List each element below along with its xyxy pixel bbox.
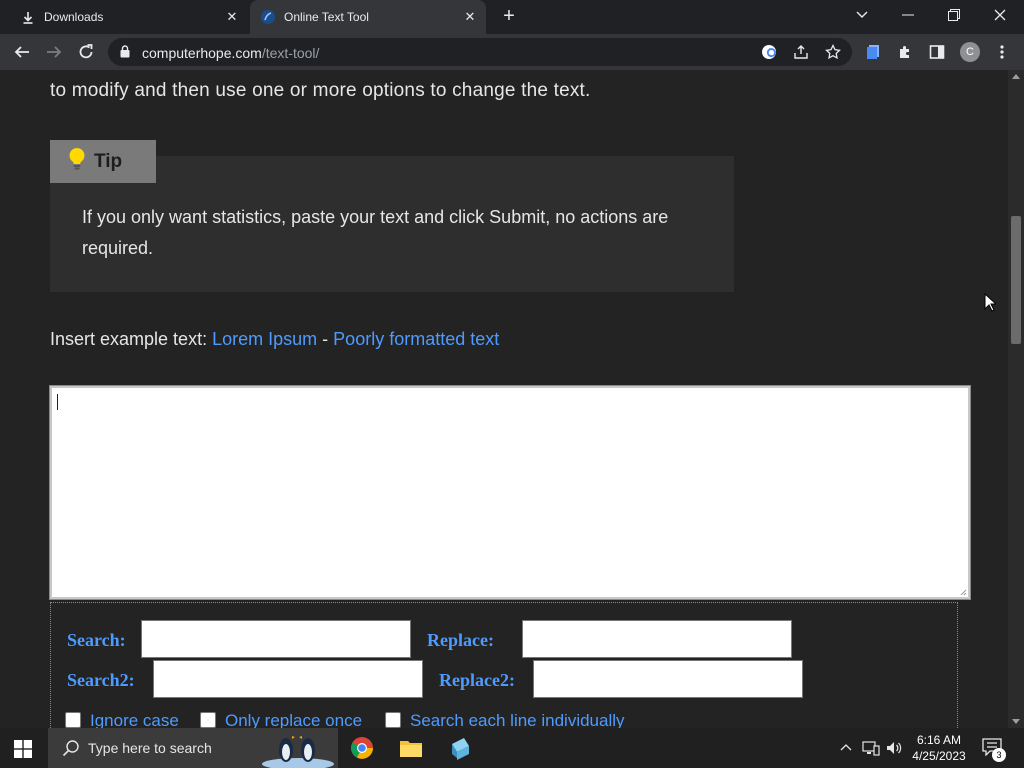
network-icon[interactable] (862, 740, 880, 759)
address-bar[interactable]: computerhope.com/text-tool/ (108, 38, 852, 66)
resize-handle-icon[interactable] (959, 588, 967, 596)
intro-text: to modify and then use one or more optio… (50, 80, 591, 101)
scrollbar-thumb[interactable] (1011, 216, 1021, 344)
search-input[interactable] (141, 620, 411, 658)
poorly-formatted-text-link[interactable]: Poorly formatted text (333, 329, 499, 349)
scroll-up-arrow-icon[interactable] (1012, 74, 1020, 79)
clock-time: 6:16 AM (916, 733, 962, 747)
new-tab-button[interactable]: + (498, 6, 520, 28)
bookmark-star-icon[interactable] (824, 43, 842, 61)
close-tab-icon[interactable]: ✕ (224, 9, 240, 25)
lightbulb-icon (68, 147, 86, 176)
tip-title: Tip (94, 150, 123, 172)
replace-input[interactable] (522, 620, 792, 658)
tab-strip: Downloads ✕ Online Text Tool ✕ + (0, 0, 1024, 34)
tab-title: Downloads (44, 10, 104, 24)
tip-text: If you only want statistics, paste your … (82, 207, 669, 258)
lock-icon[interactable] (120, 45, 130, 63)
search2-label: Search2: (67, 670, 135, 690)
tab-downloads[interactable]: Downloads ✕ (0, 0, 248, 34)
extensions-puzzle-icon[interactable] (896, 43, 914, 61)
browser-toolbar: computerhope.com/text-tool/ C (0, 34, 1024, 70)
only-replace-once-label[interactable]: Only replace once (225, 711, 362, 728)
notepad-taskbar-icon[interactable] (446, 734, 474, 762)
side-panel-icon[interactable] (928, 43, 946, 61)
google-lens-icon[interactable] (760, 43, 778, 61)
intro-previous-line-clipped: enter/paste your text in the box below. … (50, 70, 970, 72)
reload-icon[interactable] (74, 40, 98, 64)
windows-start-icon[interactable] (14, 740, 32, 763)
ignore-case-label[interactable]: Ignore case (90, 711, 179, 728)
text-caret (57, 394, 58, 410)
replace-label: Replace: (427, 630, 494, 650)
profile-avatar[interactable]: C (960, 42, 980, 62)
only-replace-once-checkbox[interactable] (200, 712, 216, 728)
search-each-line-label[interactable]: Search each line individually (410, 711, 625, 728)
restore-button[interactable] (932, 0, 976, 30)
chrome-taskbar-icon[interactable] (348, 734, 376, 762)
mouse-cursor-icon (984, 293, 996, 312)
example-separator: - (322, 329, 329, 349)
close-tab-icon[interactable]: ✕ (462, 9, 478, 25)
volume-icon[interactable] (886, 740, 902, 759)
minimize-button[interactable] (886, 0, 930, 30)
insert-example-row: Insert example text: Lorem Ipsum - Poorl… (50, 329, 499, 350)
search2-input[interactable] (153, 660, 423, 698)
url-text: computerhope.com/text-tool/ (142, 45, 319, 61)
search-icon (62, 740, 79, 757)
ignore-case-checkbox[interactable] (65, 712, 81, 728)
taskbar-search-placeholder: Type here to search (88, 740, 212, 756)
back-icon[interactable] (10, 40, 34, 64)
scroll-down-arrow-icon[interactable] (1012, 719, 1020, 724)
notification-count-badge: 3 (992, 748, 1006, 762)
search-replace-options: Search: Replace: Search2: Replace2: Igno… (50, 602, 958, 728)
tab-title: Online Text Tool (284, 10, 369, 24)
show-hidden-icons-chevron-icon[interactable] (840, 740, 852, 754)
clock-date: 4/25/2023 (912, 749, 966, 763)
replace2-label: Replace2: (439, 670, 515, 690)
page-content: enter/paste your text in the box below. … (0, 70, 1008, 728)
page-scrollbar[interactable] (1008, 70, 1024, 728)
search-label: Search: (67, 630, 126, 650)
replace2-input[interactable] (533, 660, 803, 698)
extension-doc-icon[interactable] (864, 43, 882, 61)
forward-icon[interactable] (42, 40, 66, 64)
search-each-line-checkbox[interactable] (385, 712, 401, 728)
insert-example-label: Insert example text: (50, 329, 208, 349)
search-highlight-penguins-icon (262, 736, 334, 768)
text-input-area[interactable] (49, 385, 971, 600)
tip-label: Tip (50, 140, 156, 183)
taskbar-search-box[interactable]: Type here to search (48, 728, 338, 768)
lorem-ipsum-link[interactable]: Lorem Ipsum (212, 329, 317, 349)
share-icon[interactable] (792, 43, 810, 61)
tab-search-chevron-icon[interactable] (840, 0, 884, 30)
close-window-button[interactable] (978, 0, 1022, 30)
computerhope-favicon (260, 9, 276, 25)
download-icon (20, 9, 36, 25)
url-host: computerhope.com (142, 45, 262, 61)
windows-taskbar: Type here to search 6:16 AM 4/25/2023 3 (0, 728, 1024, 768)
menu-kebab-icon[interactable] (993, 43, 1011, 61)
url-path: /text-tool/ (261, 45, 320, 61)
file-explorer-taskbar-icon[interactable] (397, 734, 425, 762)
tab-online-text-tool[interactable]: Online Text Tool ✕ (250, 0, 486, 34)
system-clock[interactable]: 6:16 AM 4/25/2023 (906, 732, 972, 764)
